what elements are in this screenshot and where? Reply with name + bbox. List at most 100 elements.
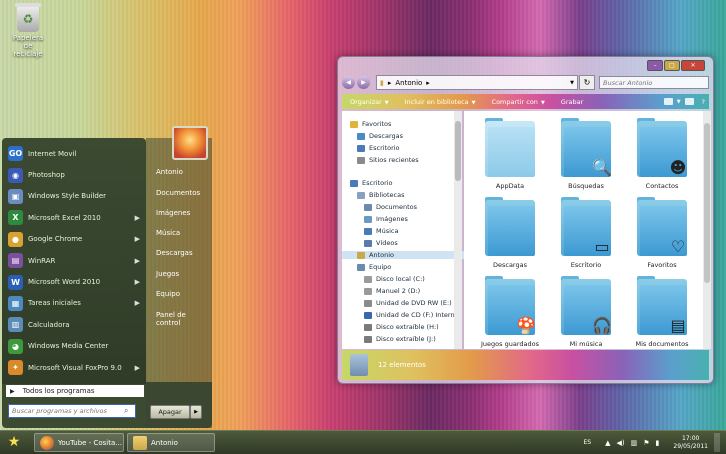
nav-item[interactable]: Música bbox=[364, 227, 398, 235]
nav-item[interactable]: Unidad de DVD RW (E:) bbox=[364, 299, 452, 307]
view-dropdown-icon[interactable]: ▼ bbox=[677, 99, 681, 105]
nav-item[interactable]: Disco local (C:) bbox=[364, 275, 425, 283]
nav-item-icon bbox=[364, 335, 372, 343]
folder-item[interactable]: Descargas bbox=[474, 197, 546, 269]
search-icon[interactable]: ⌕ bbox=[124, 406, 128, 416]
nav-item[interactable]: Descargas bbox=[357, 132, 403, 140]
program-item[interactable]: GO Internet Movil bbox=[2, 143, 146, 164]
folder-overlay-icon: 🍄 bbox=[516, 316, 536, 335]
clock-time: 17:00 bbox=[682, 434, 700, 442]
forward-icon[interactable]: ▶ bbox=[357, 76, 370, 89]
share-with-menu[interactable]: Compartir con ▼ bbox=[484, 98, 553, 106]
volume-icon[interactable]: ◀) bbox=[617, 439, 625, 447]
program-item[interactable]: ◕ Windows Media Center bbox=[2, 336, 146, 357]
program-item[interactable]: ▤ WinRAR ▶ bbox=[2, 250, 146, 271]
shutdown-button[interactable]: Apagar bbox=[150, 405, 190, 419]
nav-item[interactable]: Favoritos bbox=[350, 120, 391, 128]
nav-item[interactable]: Sitios recientes bbox=[357, 156, 419, 164]
folder-item[interactable]: AppData bbox=[474, 118, 546, 190]
show-desktop-button[interactable] bbox=[714, 433, 720, 452]
maximize-button[interactable]: □ bbox=[664, 60, 680, 71]
view-options-icon[interactable] bbox=[663, 98, 673, 105]
user-picture[interactable] bbox=[172, 126, 208, 160]
folder-overlay-icon: ▭ bbox=[594, 237, 610, 256]
folder-item[interactable]: ♡ Favoritos bbox=[626, 197, 698, 269]
address-bar[interactable]: ▮ ▸ Antonio ▸ ▼ bbox=[376, 75, 578, 90]
power-icon[interactable]: ▮ bbox=[656, 439, 660, 447]
nav-item[interactable]: Escritorio bbox=[350, 179, 393, 187]
nav-item[interactable]: Vídeos bbox=[364, 239, 398, 247]
recycle-bin-label: Papelera de reciclaje bbox=[12, 34, 44, 58]
recycle-bin[interactable]: Papelera de reciclaje bbox=[8, 3, 48, 58]
start-right-item[interactable]: Descargas bbox=[156, 249, 193, 257]
close-button[interactable]: ✕ bbox=[681, 60, 705, 71]
nav-item-label: Antonio bbox=[369, 251, 394, 259]
nav-item-icon bbox=[357, 132, 365, 140]
folder-item[interactable]: ▤ Mis documentos bbox=[626, 276, 698, 348]
start-right-item[interactable]: Antonio bbox=[156, 168, 183, 176]
start-right-item[interactable]: Música bbox=[156, 229, 180, 237]
burn-button[interactable]: Grabar bbox=[553, 98, 591, 106]
shutdown-options-icon[interactable]: ▶ bbox=[190, 405, 202, 419]
folder-item[interactable]: 🔍 Búsquedas bbox=[550, 118, 622, 190]
program-item[interactable]: ▦ Tareas iniciales ▶ bbox=[2, 293, 146, 314]
program-item[interactable]: ◉ Photoshop bbox=[2, 164, 146, 185]
start-search-box[interactable]: ⌕ bbox=[8, 404, 136, 418]
nav-item[interactable]: Disco extraíble (J:) bbox=[364, 335, 436, 343]
minimize-button[interactable]: – bbox=[647, 60, 663, 71]
nav-item[interactable]: Equipo bbox=[357, 263, 391, 271]
program-label: Microsoft Excel 2010 bbox=[28, 213, 101, 222]
start-button[interactable]: ★ bbox=[4, 433, 24, 452]
nav-item[interactable]: Imágenes bbox=[364, 215, 408, 223]
nav-item[interactable]: Documentos bbox=[364, 203, 417, 211]
back-icon[interactable]: ◀ bbox=[342, 76, 355, 89]
nav-item[interactable]: Unidad de CD (F:) Internet bbox=[364, 311, 461, 319]
content-scrollbar[interactable] bbox=[703, 111, 711, 349]
program-item[interactable]: X Microsoft Excel 2010 ▶ bbox=[2, 207, 146, 228]
program-item[interactable]: ▥ Calculadora bbox=[2, 314, 146, 335]
navigation-scrollbar[interactable] bbox=[454, 111, 462, 349]
folder-item[interactable]: ☻ Contactos bbox=[626, 118, 698, 190]
start-search-input[interactable] bbox=[9, 406, 124, 416]
submenu-arrow-icon: ▶ bbox=[134, 235, 140, 244]
network-icon[interactable]: ▥ bbox=[631, 439, 638, 447]
explorer-search-input[interactable]: Buscar Antonio bbox=[599, 76, 709, 89]
folder-item[interactable]: 🎧 Mi música bbox=[550, 276, 622, 348]
nav-item[interactable]: Bibliotecas bbox=[357, 191, 404, 199]
organize-menu[interactable]: Organizar ▼ bbox=[342, 98, 397, 106]
refresh-icon[interactable]: ↻ bbox=[579, 75, 595, 90]
folder-icon: ▮ bbox=[380, 78, 384, 87]
start-right-item[interactable]: Juegos bbox=[156, 270, 179, 278]
program-item[interactable]: W Microsoft Word 2010 ▶ bbox=[2, 271, 146, 292]
action-center-icon[interactable]: ⚑ bbox=[643, 439, 649, 447]
breadcrumb-chevron-icon[interactable]: ▸ bbox=[426, 79, 430, 87]
program-item[interactable]: ▣ Windows Style Builder bbox=[2, 186, 146, 207]
start-right-item[interactable]: Equipo bbox=[156, 290, 180, 298]
folder-item[interactable]: ▭ Escritorio bbox=[550, 197, 622, 269]
address-dropdown-icon[interactable]: ▼ bbox=[570, 80, 574, 86]
nav-item[interactable]: Disco extraíble (H:) bbox=[364, 323, 439, 331]
nav-item[interactable]: Escritorio bbox=[357, 144, 400, 152]
language-indicator[interactable]: ES bbox=[584, 439, 592, 446]
show-hidden-icons-icon[interactable]: ▲ bbox=[605, 439, 610, 447]
breadcrumb-item[interactable]: Antonio bbox=[395, 79, 422, 87]
taskbar-item-explorer[interactable]: Antonio bbox=[127, 433, 215, 452]
winrar-icon: ▤ bbox=[8, 253, 23, 269]
clock[interactable]: 17:00 29/05/2011 bbox=[673, 435, 708, 451]
help-icon[interactable]: ? bbox=[702, 98, 705, 106]
start-right-item[interactable]: Imágenes bbox=[156, 209, 190, 217]
folder-item[interactable]: 🍄 Juegos guardados bbox=[474, 276, 546, 348]
nav-item[interactable]: Manuel 2 (D:) bbox=[364, 287, 420, 295]
all-programs-button[interactable]: ▶ Todos los programas bbox=[6, 385, 144, 397]
nav-item[interactable]: Antonio bbox=[342, 251, 471, 259]
preview-pane-icon[interactable] bbox=[684, 98, 694, 105]
program-item[interactable]: ● Google Chrome ▶ bbox=[2, 229, 146, 250]
nav-item-label: Sitios recientes bbox=[369, 156, 419, 164]
include-in-library-menu[interactable]: Incluir en biblioteca ▼ bbox=[397, 98, 484, 106]
taskbar-item-firefox[interactable]: YouTube - Cosita... bbox=[34, 433, 124, 452]
folder-overlay-icon: 🎧 bbox=[592, 316, 612, 335]
program-item[interactable]: ✦ Microsoft Visual FoxPro 9.0 ▶ bbox=[2, 357, 146, 378]
start-right-item[interactable]: Panel de control bbox=[156, 311, 212, 327]
item-count: 12 elementos bbox=[378, 361, 426, 369]
start-right-item[interactable]: Documentos bbox=[156, 189, 200, 197]
